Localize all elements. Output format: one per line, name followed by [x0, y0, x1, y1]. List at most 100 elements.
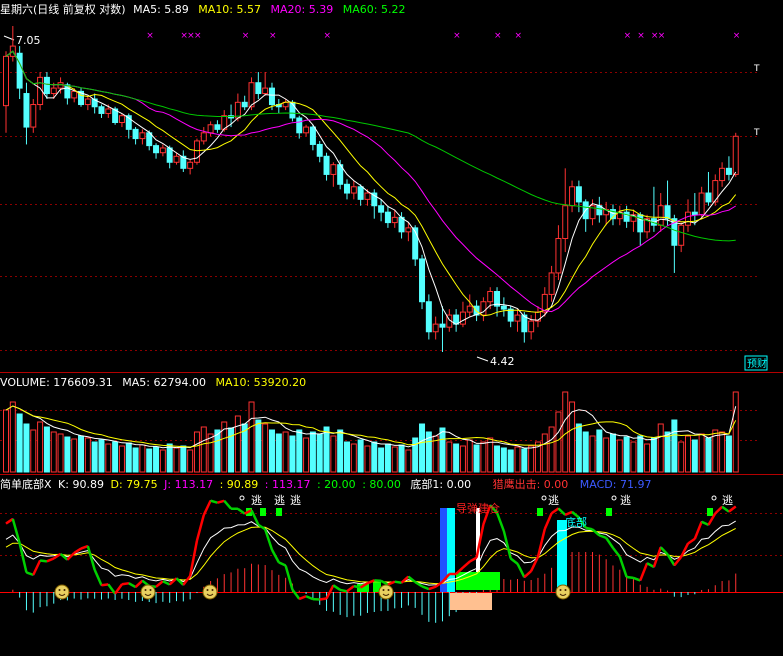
- volume-bar-down: [664, 431, 671, 473]
- volume-bar-up: [391, 446, 398, 473]
- candle-up: [364, 192, 371, 200]
- volume-bar-up: [644, 443, 651, 473]
- escape-label-4: 逃: [548, 494, 559, 507]
- volume-bar-up: [548, 426, 555, 473]
- volume-bar-up: [589, 435, 596, 473]
- volume-bar-up: [71, 438, 78, 473]
- candle-down: [575, 186, 582, 203]
- candle-up: [678, 224, 685, 246]
- escape-marker-block: [276, 508, 282, 516]
- candle-down: [241, 101, 248, 108]
- candle-down: [705, 192, 712, 203]
- volume-bar-up: [528, 445, 535, 473]
- candle-down: [132, 128, 139, 140]
- candle-up: [555, 238, 562, 274]
- volume-bar-up: [732, 391, 739, 473]
- volume-bar-up: [616, 439, 623, 473]
- volume-bar-down: [337, 429, 344, 473]
- volume-bar-down: [582, 431, 589, 473]
- candle-down: [255, 82, 262, 95]
- signal-x-marker: ×: [146, 31, 154, 41]
- volume-bar-up: [139, 444, 146, 473]
- candle-up: [562, 205, 569, 240]
- trend-line-down: [353, 584, 361, 589]
- candle-up: [514, 314, 521, 322]
- candle-up: [432, 323, 439, 333]
- candle-up: [105, 108, 112, 114]
- candle-up: [57, 82, 64, 89]
- bottom-label: 底部: [565, 515, 587, 529]
- volume-bar-down: [289, 435, 296, 473]
- indicator-legend: 简单底部X K: 90.89 D: 79.75 J: 113.17 : 90.8…: [0, 477, 651, 491]
- volume-legend-volume: VOLUME: 176609.31: [0, 376, 113, 389]
- volume-legend-ma10: MA10: 53920.20: [215, 376, 306, 389]
- volume-bar-down: [296, 429, 303, 473]
- candle-up: [193, 140, 200, 163]
- volume-bar-up: [330, 435, 337, 473]
- volume-bar-up: [480, 441, 487, 473]
- candle-down: [323, 155, 330, 175]
- volume-bar-up: [173, 447, 180, 473]
- signal-block-peach: [450, 593, 492, 610]
- smiley-icon: [54, 584, 70, 600]
- escape-marker-block: [606, 508, 612, 516]
- ind-legend-k: K: 90.89: [58, 478, 104, 491]
- candle-down: [23, 93, 30, 128]
- escape-label-1: 逃: [251, 494, 262, 507]
- trend-line-up: [319, 597, 327, 601]
- signal-x-marker: ×: [515, 31, 523, 41]
- candle-up: [698, 192, 705, 216]
- volume-bar-up: [603, 437, 610, 473]
- volume-bar-down: [275, 433, 282, 473]
- ind-legend-falcon: 猎鹰出击: 0.00: [493, 477, 569, 491]
- volume-bar-down: [344, 441, 350, 473]
- signal-x-marker: ×: [453, 31, 461, 41]
- candle-up: [207, 124, 214, 134]
- right-marker-t1: T: [753, 64, 760, 74]
- candle-down: [378, 205, 385, 213]
- volume-bar-up: [487, 437, 494, 473]
- candle-down: [214, 124, 221, 130]
- candle-up: [528, 320, 535, 333]
- candle-up: [405, 227, 412, 233]
- volume-bar-up: [364, 445, 371, 473]
- candle-down: [153, 145, 160, 154]
- volume-bar-up: [303, 437, 310, 473]
- escape-marker-block: [707, 508, 713, 516]
- volume-bar-down: [371, 441, 378, 473]
- volume-bar-up: [405, 449, 412, 473]
- volume-bar-up: [50, 431, 57, 473]
- volume-bar-down: [153, 446, 160, 473]
- candle-up: [657, 205, 664, 226]
- volume-bar-down: [494, 445, 501, 473]
- volume-bar-down: [384, 443, 391, 473]
- volume-bar-up: [105, 443, 112, 473]
- volume-bar-down: [166, 443, 173, 473]
- volume-bar-down: [255, 419, 262, 473]
- volume-bar-down: [316, 433, 323, 473]
- volume-bar-up: [200, 426, 207, 473]
- volume-bar-down: [412, 437, 419, 473]
- ind-legend-bottom1: 底部1: 0.00: [410, 477, 471, 491]
- volume-bar-up: [562, 391, 569, 473]
- candle-down: [725, 167, 732, 175]
- signal-x-marker: ×: [494, 31, 502, 41]
- candle-down: [43, 76, 50, 95]
- candle-up: [71, 90, 78, 99]
- candle-up: [50, 87, 57, 95]
- volume-bar-down: [439, 427, 446, 473]
- smiley-icon: [378, 584, 394, 600]
- right-marker-t2: T: [753, 128, 760, 138]
- volume-bar-up: [262, 423, 269, 473]
- volume-bar-up: [3, 409, 9, 473]
- volume-bar-up: [207, 433, 214, 473]
- signal-x-marker: ×: [269, 31, 277, 41]
- volume-bar-up: [678, 441, 685, 473]
- trend-line-down: [39, 559, 48, 563]
- volume-legend: VOLUME: 176609.31 MA5: 62794.00 MA10: 53…: [0, 376, 306, 389]
- candle-up: [187, 161, 194, 169]
- candle-down: [425, 301, 432, 333]
- stock-chart: 星期六(日线 前复权 对数) MA5: 5.89 MA10: 5.57 MA20…: [0, 0, 783, 656]
- candle-down: [623, 211, 630, 222]
- signal-x-marker: ×: [637, 31, 645, 41]
